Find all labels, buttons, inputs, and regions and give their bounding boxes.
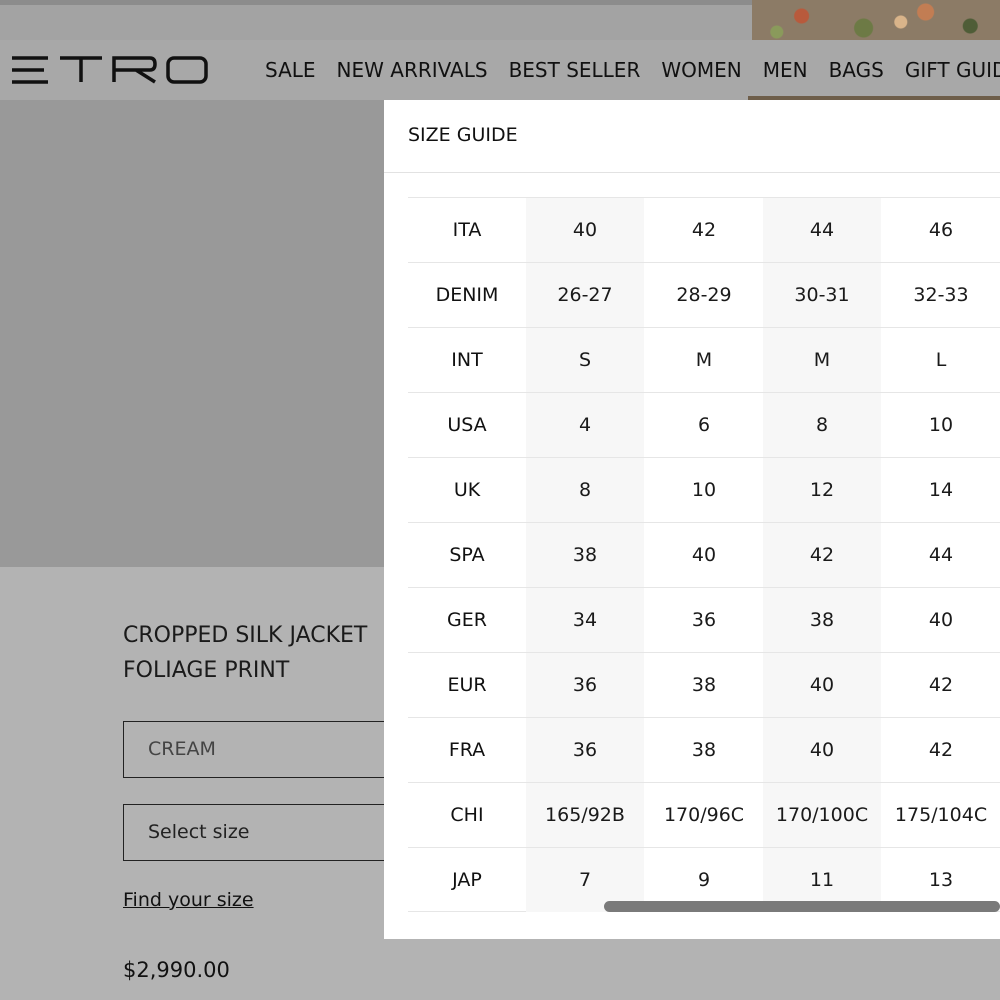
nav-item-new-arrivals[interactable]: NEW ARRIVALS xyxy=(337,58,488,82)
row-label: GER xyxy=(447,609,487,631)
table-cell: 8 xyxy=(763,393,881,457)
row-label: UK xyxy=(453,479,481,501)
table-cell: 40 xyxy=(763,718,881,782)
table-row: GER 34 36 38 40 xyxy=(408,587,1000,652)
table-cell: 165/92B xyxy=(526,783,644,847)
table-cell: 26-27 xyxy=(526,263,644,327)
table-cell: M xyxy=(695,349,713,371)
table-row: DENIM 26-27 28-29 30-31 32-33 xyxy=(408,262,1000,327)
row-label: DENIM xyxy=(435,284,499,306)
row-label: SPA xyxy=(449,544,485,566)
row-label: FRA xyxy=(448,739,486,761)
product-title-line2: FOLIAGE PRINT xyxy=(123,658,290,683)
row-label: ITA xyxy=(452,219,482,241)
table-cell: 10 xyxy=(928,414,954,436)
row-label: JAP xyxy=(452,869,482,891)
table-row: INT S M M L xyxy=(408,327,1000,392)
table-row: ITA 40 42 44 46 xyxy=(408,197,1000,262)
nav-item-best-seller[interactable]: BEST SELLER xyxy=(509,58,641,82)
table-cell: M xyxy=(763,328,881,392)
table-cell: 10 xyxy=(691,479,717,501)
table-cell: 28-29 xyxy=(676,284,732,306)
table-cell: 36 xyxy=(526,653,644,717)
table-cell: 4 xyxy=(526,393,644,457)
main-nav: SALE NEW ARRIVALS BEST SELLER WOMEN MEN … xyxy=(265,58,1000,82)
table-cell: 30-31 xyxy=(763,263,881,327)
table-cell: 170/100C xyxy=(763,783,881,847)
product-image[interactable] xyxy=(0,100,385,567)
table-row: EUR 36 38 40 42 xyxy=(408,652,1000,717)
table-row: CHI 165/92B 170/96C 170/100C 175/104C xyxy=(408,782,1000,847)
nav-item-sale[interactable]: SALE xyxy=(265,58,316,82)
table-cell: 38 xyxy=(526,523,644,587)
modal-divider xyxy=(384,172,1000,173)
table-cell: 46 xyxy=(928,219,954,241)
table-cell: 170/96C xyxy=(663,804,745,826)
table-row: SPA 38 40 42 44 xyxy=(408,522,1000,587)
size-table: ITA 40 42 44 46 DENIM 26-27 28-29 30-31 32-33 INT S… xyxy=(408,197,1000,912)
banner-image xyxy=(752,0,1000,40)
table-cell: 40 xyxy=(763,653,881,717)
table-cell: 44 xyxy=(928,544,954,566)
table-cell: 175/104C xyxy=(894,804,988,826)
table-cell: 36 xyxy=(691,609,717,631)
table-cell: 12 xyxy=(763,458,881,522)
row-label: CHI xyxy=(450,804,484,826)
horizontal-scrollbar[interactable] xyxy=(604,901,1000,912)
product-price: $2,990.00 xyxy=(123,958,230,982)
table-cell: 8 xyxy=(526,458,644,522)
row-label: INT xyxy=(451,349,483,371)
table-cell: 40 xyxy=(691,544,717,566)
product-title: CROPPED SILK JACKET FOLIAGE PRINT xyxy=(123,618,423,688)
brand-logo[interactable] xyxy=(10,56,210,84)
size-select[interactable]: Select size xyxy=(123,804,385,861)
size-guide-title: SIZE GUIDE xyxy=(408,124,518,146)
table-cell: 38 xyxy=(763,588,881,652)
table-cell: 32-33 xyxy=(913,284,969,306)
table-cell: 44 xyxy=(763,198,881,262)
table-cell: 42 xyxy=(928,739,954,761)
table-cell: 42 xyxy=(928,674,954,696)
nav-item-bags[interactable]: BAGS xyxy=(829,58,884,82)
product-title-line1: CROPPED SILK JACKET xyxy=(123,623,368,648)
table-cell: 42 xyxy=(763,523,881,587)
nav-item-gift-guide[interactable]: GIFT GUIDE xyxy=(905,58,1000,82)
table-cell: 6 xyxy=(697,414,711,436)
find-your-size-link[interactable]: Find your size xyxy=(123,889,254,911)
table-cell: 14 xyxy=(928,479,954,501)
table-cell: S xyxy=(526,328,644,392)
row-label: USA xyxy=(447,414,487,436)
table-cell: 36 xyxy=(526,718,644,782)
table-cell: 38 xyxy=(691,739,717,761)
nav-item-men[interactable]: MEN xyxy=(763,58,808,82)
table-row: UK 8 10 12 14 xyxy=(408,457,1000,522)
table-cell: 40 xyxy=(526,198,644,262)
row-label: EUR xyxy=(447,674,487,696)
table-cell: L xyxy=(935,349,947,371)
table-cell: 34 xyxy=(526,588,644,652)
table-cell: 40 xyxy=(928,609,954,631)
table-row: FRA 36 38 40 42 xyxy=(408,717,1000,782)
table-cell: 42 xyxy=(691,219,717,241)
nav-item-women[interactable]: WOMEN xyxy=(661,58,741,82)
table-cell: 38 xyxy=(691,674,717,696)
color-select[interactable]: CREAM xyxy=(123,721,385,778)
table-row: USA 4 6 8 10 xyxy=(408,392,1000,457)
size-guide-modal: SIZE GUIDE ITA 40 42 44 46 DENIM 26-27 28-29 30-… xyxy=(384,100,1000,939)
